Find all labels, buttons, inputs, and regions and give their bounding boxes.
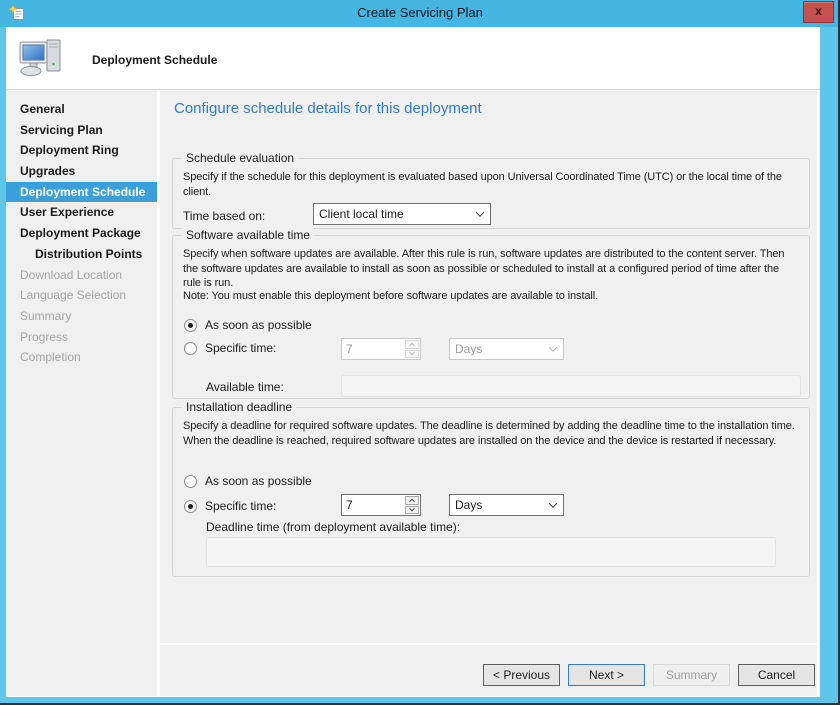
- close-button[interactable]: x: [803, 1, 834, 23]
- create-servicing-plan-window: Create Servicing Plan x Deployment Sched…: [0, 0, 840, 705]
- available-specific-radio[interactable]: [184, 341, 197, 355]
- spin-up-button: [405, 340, 419, 349]
- available-time-value-field: [341, 375, 801, 397]
- sidebar-item-progress: Progress: [20, 329, 69, 344]
- group-software-available-time: Software available time Specify when sof…: [172, 228, 810, 399]
- available-specific-option[interactable]: Specific time:: [184, 341, 276, 355]
- deadline-specific-option[interactable]: Specific time:: [184, 499, 276, 513]
- sidebar-item-download-location: Download Location: [20, 267, 123, 282]
- summary-button: Summary: [653, 664, 730, 686]
- previous-button[interactable]: < Previous: [483, 664, 560, 686]
- page-header-title: Deployment Schedule: [92, 53, 218, 67]
- group-label: Software available time: [182, 228, 315, 243]
- available-time-amount-spinner: 7: [341, 338, 421, 360]
- time-based-on-value: Client local time: [319, 207, 404, 221]
- sidebar-item-completion: Completion: [20, 350, 81, 365]
- cancel-button[interactable]: Cancel: [738, 664, 815, 686]
- sidebar-item-user-experience[interactable]: User Experience: [6, 202, 157, 223]
- deadline-time-label: Deadline time (from deployment available…: [206, 520, 461, 534]
- title-bar[interactable]: Create Servicing Plan x: [0, 0, 840, 27]
- chevron-down-icon: [548, 499, 558, 508]
- time-based-on-label: Time based on:: [183, 209, 266, 223]
- group-label: Installation deadline: [182, 400, 297, 415]
- chevron-up-icon: [409, 342, 415, 349]
- available-time-unit-select: Days: [449, 338, 564, 360]
- sidebar-item-upgrades[interactable]: Upgrades: [6, 161, 157, 182]
- sidebar-item-general[interactable]: General: [6, 99, 157, 120]
- installation-deadline-description: Specify a deadline for required software…: [183, 420, 795, 447]
- group-installation-deadline: Installation deadline Specify a deadline…: [172, 400, 810, 577]
- computer-icon: [18, 36, 66, 85]
- software-available-note: Note: You must enable this deployment be…: [183, 290, 599, 302]
- group-schedule-evaluation: Schedule evaluation Specify if the sched…: [172, 151, 810, 229]
- chevron-down-icon: [548, 343, 558, 352]
- available-time-label: Available time:: [206, 380, 284, 394]
- sidebar-item-deployment-ring[interactable]: Deployment Ring: [6, 140, 157, 161]
- wizard-page: Configure schedule details for this depl…: [160, 90, 817, 643]
- sidebar-item-deployment-package[interactable]: Deployment Package: [6, 223, 157, 244]
- sidebar-item-summary: Summary: [20, 308, 72, 323]
- next-button[interactable]: Next >: [568, 664, 645, 686]
- deadline-asap-radio[interactable]: [184, 474, 197, 488]
- sidebar-item-servicing-plan[interactable]: Servicing Plan: [6, 120, 157, 141]
- chevron-down-icon: [409, 349, 415, 356]
- deadline-amount-spinner[interactable]: 7: [341, 494, 421, 516]
- deadline-asap-option[interactable]: As soon as possible: [184, 474, 312, 488]
- time-based-on-select[interactable]: Client local time: [313, 203, 491, 225]
- spin-down-button: [405, 349, 419, 358]
- spin-up-button[interactable]: [405, 496, 419, 505]
- available-asap-radio[interactable]: [184, 318, 197, 332]
- dialog-shell: Deployment Schedule General Servicing Pl…: [6, 27, 820, 697]
- spin-down-button[interactable]: [405, 505, 419, 514]
- wizard-header: Deployment Schedule: [6, 27, 820, 90]
- chevron-down-icon: [409, 505, 415, 512]
- deadline-specific-radio[interactable]: [184, 499, 197, 513]
- schedule-evaluation-description: Specify if the schedule for this deploym…: [183, 171, 782, 198]
- sidebar-item-distribution-points[interactable]: Distribution Points: [6, 244, 157, 265]
- group-label: Schedule evaluation: [182, 151, 299, 166]
- chevron-down-icon: [475, 208, 485, 217]
- software-available-description: Specify when software updates are availa…: [183, 248, 785, 289]
- available-asap-option[interactable]: As soon as possible: [184, 318, 312, 332]
- page-title: Configure schedule details for this depl…: [174, 100, 482, 117]
- wizard-footer: < Previous Next > Summary Cancel: [160, 643, 817, 696]
- window-title: Create Servicing Plan: [357, 5, 483, 20]
- chevron-up-icon: [409, 498, 415, 505]
- wizard-steps-sidebar: General Servicing Plan Deployment Ring U…: [6, 90, 157, 696]
- sidebar-item-deployment-schedule[interactable]: Deployment Schedule: [6, 181, 157, 203]
- sidebar-item-language-selection: Language Selection: [20, 288, 127, 303]
- deadline-unit-select[interactable]: Days: [449, 494, 564, 516]
- deadline-time-value-field: [206, 537, 776, 567]
